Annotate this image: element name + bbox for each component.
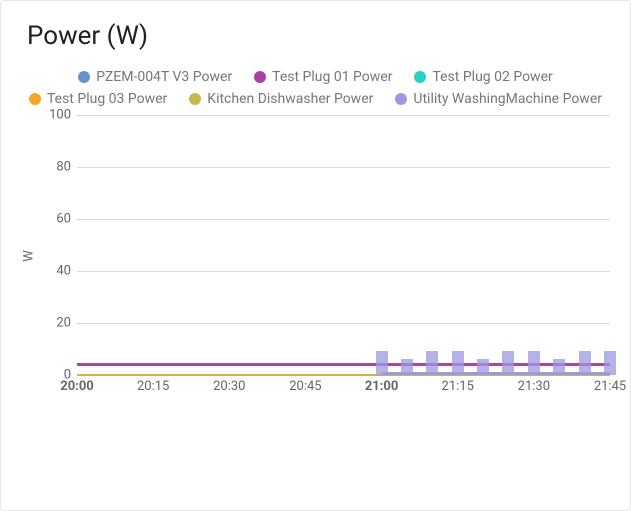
y-tick-label: 40: [41, 264, 71, 279]
series-bar: [502, 351, 514, 375]
chart-area: W 020406080100 20:0020:1520:3020:4521:00…: [27, 115, 610, 397]
legend-swatch-icon: [254, 71, 266, 83]
grid-line: [77, 271, 610, 272]
series-bar: [528, 351, 540, 375]
legend-item[interactable]: Test Plug 03 Power: [29, 91, 167, 107]
legend-swatch-icon: [78, 71, 90, 83]
x-tick-label: 20:45: [289, 379, 321, 394]
legend-label: Test Plug 01 Power: [272, 69, 392, 85]
legend-swatch-icon: [414, 71, 426, 83]
x-tick-label: 20:00: [60, 379, 94, 394]
chart-title: Power (W): [27, 21, 618, 51]
legend-label: Test Plug 02 Power: [432, 69, 552, 85]
legend-label: Kitchen Dishwasher Power: [207, 91, 373, 107]
legend-label: PZEM-004T V3 Power: [96, 69, 232, 85]
series-bar: [477, 359, 489, 375]
series-bar: [604, 351, 616, 375]
legend-label: Utility WashingMachine Power: [413, 91, 602, 107]
plot-area: 020406080100: [77, 115, 610, 375]
power-chart-card: Power (W) PZEM-004T V3 Power Test Plug 01…: [0, 0, 631, 511]
legend-item[interactable]: Utility WashingMachine Power: [395, 91, 602, 107]
legend-swatch-icon: [29, 93, 41, 105]
series-bar: [401, 359, 413, 375]
y-axis-label: W: [21, 250, 36, 262]
y-tick-label: 100: [41, 108, 71, 123]
x-tick-label: 21:00: [365, 379, 399, 394]
legend-item[interactable]: Test Plug 01 Power: [254, 69, 392, 85]
legend-swatch-icon: [395, 93, 407, 105]
x-tick-label: 20:15: [137, 379, 169, 394]
x-tick-label: 20:30: [213, 379, 245, 394]
x-tick-label: 21:45: [594, 379, 626, 394]
legend-item[interactable]: Test Plug 02 Power: [414, 69, 552, 85]
legend-item[interactable]: PZEM-004T V3 Power: [78, 69, 232, 85]
series-bar: [452, 351, 464, 375]
grid-line: [77, 219, 610, 220]
y-tick-label: 20: [41, 316, 71, 331]
y-tick-label: 80: [41, 160, 71, 175]
y-tick-label: 60: [41, 212, 71, 227]
grid-line: [77, 115, 610, 116]
series-bar: [579, 351, 591, 375]
grid-line: [77, 167, 610, 168]
series-bar: [553, 359, 565, 375]
x-tick-label: 21:15: [442, 379, 474, 394]
chart-legend: PZEM-004T V3 Power Test Plug 01 Power Test…: [23, 69, 608, 107]
grid-line: [77, 323, 610, 324]
legend-label: Test Plug 03 Power: [47, 91, 167, 107]
series-bar: [426, 351, 438, 375]
series-bar: [376, 351, 388, 375]
legend-swatch-icon: [189, 93, 201, 105]
legend-item[interactable]: Kitchen Dishwasher Power: [189, 91, 373, 107]
x-tick-label: 21:30: [518, 379, 550, 394]
x-axis: 20:0020:1520:3020:4521:0021:1521:3021:45: [77, 375, 610, 397]
